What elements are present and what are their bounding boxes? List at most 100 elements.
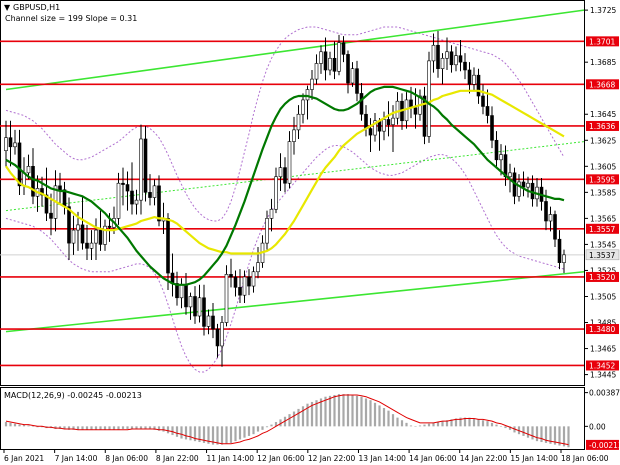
candle-body	[323, 51, 328, 71]
candle-body	[148, 192, 152, 198]
candle-body	[454, 55, 458, 66]
candle-body	[355, 68, 359, 94]
macd-bar	[396, 417, 399, 427]
time-tick-label: 8 Jan 06:00	[105, 454, 148, 463]
candle-body	[278, 167, 283, 178]
price-tick-label: 1.3465	[590, 345, 616, 354]
macd-bar	[504, 426, 507, 429]
macd-bar	[180, 426, 183, 439]
price-axis: 1.3725 1.3701 1.3685 1.3668 1.3645 1.3636 1.36…	[585, 6, 620, 380]
price-tick-label: 1.3685	[590, 58, 616, 67]
price-tick-label: 1.3565	[590, 214, 616, 223]
macd-bar	[337, 394, 341, 427]
time-tick-label: 11 Jan 14:00	[207, 454, 255, 463]
candle-body	[328, 57, 332, 71]
candle-body	[8, 137, 13, 148]
macd-bar	[256, 426, 260, 432]
candle-body	[4, 137, 8, 151]
candle-body	[179, 284, 184, 299]
candle-body	[332, 57, 337, 72]
candle-body	[233, 276, 238, 288]
candle-body	[319, 51, 323, 64]
candle-body	[274, 176, 278, 210]
time-tick-label: 14 Jan 22:00	[460, 454, 508, 463]
macd-bar	[288, 414, 291, 427]
candle-body	[139, 138, 143, 201]
candle-body	[395, 100, 400, 119]
candle-body	[215, 328, 220, 347]
macd-bar	[400, 420, 404, 427]
macd-bar	[382, 408, 386, 427]
candle-body	[256, 262, 260, 273]
macd-bar	[162, 426, 165, 432]
macd-bar	[121, 426, 125, 429]
candle-body	[251, 271, 256, 287]
candle-body	[463, 61, 467, 71]
macd-bar	[495, 424, 498, 427]
price-chart[interactable]: 1.3725 1.3701 1.3685 1.3668 1.3645 1.3636 1.36…	[0, 0, 620, 465]
candle-body	[107, 225, 112, 228]
macd-bar	[243, 426, 246, 438]
macd-bar	[378, 405, 381, 427]
candle-body	[242, 276, 247, 296]
candle-body	[125, 184, 130, 192]
macd-bar	[328, 395, 332, 427]
level-price-label: 1.3480	[589, 325, 615, 334]
main-panel-frame	[0, 0, 585, 386]
time-tick-label: 13 Jan 14:00	[358, 454, 406, 463]
candle-body	[382, 119, 386, 132]
macd-bar	[535, 426, 539, 442]
price-tick-label: 1.3605	[590, 162, 616, 171]
macd-bar	[414, 426, 417, 427]
macd-bar	[391, 414, 395, 427]
macd-bar	[499, 426, 503, 427]
price-channel	[5, 9, 585, 333]
symbol-arrow-icon[interactable]: ▼	[4, 3, 11, 12]
macd-bar	[346, 394, 350, 427]
macd-bar	[472, 418, 476, 427]
level-price-label: 1.3668	[589, 80, 615, 89]
candle-body	[553, 214, 557, 240]
channel-label: Channel size = 199 Slope = 0.31	[5, 14, 137, 23]
time-tick-label: 6 Jan 2021	[4, 454, 44, 463]
price-tick-label: 1.3585	[590, 188, 616, 197]
macd-bar	[418, 425, 422, 427]
price-tick-label: 1.3445	[590, 371, 616, 380]
candle-body	[94, 229, 98, 244]
level-price-label: 1.3636	[589, 122, 615, 131]
candle-body	[80, 224, 85, 244]
price-tick-label: 1.3645	[590, 110, 616, 119]
candle-body	[301, 99, 305, 115]
candle-body	[130, 190, 134, 205]
candle-body	[337, 42, 341, 72]
macd-bar	[238, 426, 242, 440]
candle-body	[364, 113, 368, 129]
candle-body	[292, 129, 296, 142]
candle-body	[341, 42, 346, 55]
macd-bar	[423, 424, 426, 427]
candle-body	[467, 69, 472, 85]
macd-bar	[247, 426, 251, 436]
candle-body	[211, 315, 215, 330]
time-tick-label: 7 Jan 14:00	[55, 454, 98, 463]
macd-bar	[220, 426, 224, 445]
level-price-label: 1.3452	[589, 361, 615, 370]
macd-scale-label: 0.00	[589, 422, 606, 431]
horizontal-levels	[0, 40, 584, 367]
macd-bar	[333, 394, 336, 427]
macd-bar	[490, 422, 494, 427]
macd-bar	[531, 426, 534, 440]
macd-bar	[477, 419, 480, 427]
candle-body	[431, 44, 436, 62]
price-tick-label: 1.3505	[590, 292, 616, 301]
candle-body	[283, 167, 287, 184]
candle-body	[98, 229, 103, 245]
macd-bar	[364, 398, 368, 427]
time-tick-label: 12 Jan 22:00	[308, 454, 356, 463]
macd-bar	[252, 426, 255, 435]
candle-body	[287, 141, 292, 184]
macd-bar	[441, 421, 444, 427]
macd-bar	[387, 410, 390, 427]
level-price-label: 1.3520	[589, 273, 615, 282]
candle-body	[391, 117, 395, 125]
